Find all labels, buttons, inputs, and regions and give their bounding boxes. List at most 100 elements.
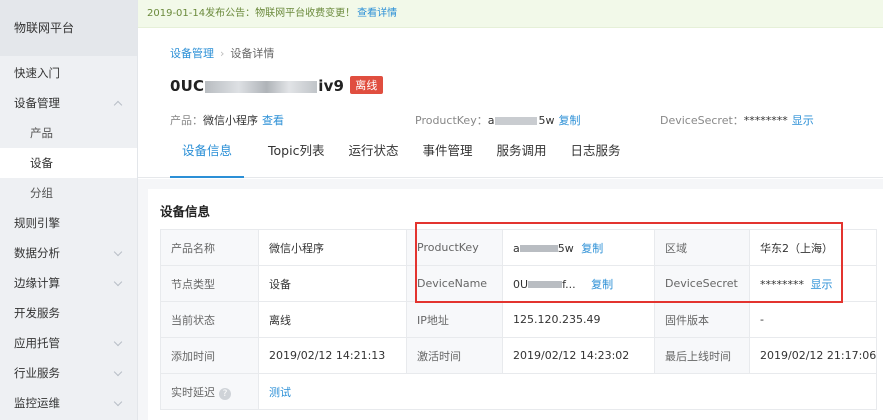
chevron-down-icon xyxy=(115,388,123,418)
show-secret-button[interactable]: 显示 xyxy=(811,278,833,291)
devicename-suffix: f... xyxy=(562,277,576,291)
secret-value: ******** xyxy=(760,277,804,291)
sidebar-item-product[interactable]: 产品 xyxy=(0,118,137,148)
table-value: 2019/02/12 14:23:02 xyxy=(502,337,655,374)
table-value: 微信小程序 xyxy=(258,229,407,266)
chevron-down-icon xyxy=(115,328,123,358)
table-key: 最后上线时间 xyxy=(654,337,750,374)
meta-product-label: 产品： xyxy=(170,114,203,127)
productkey-prefix: a xyxy=(513,241,520,255)
redacted-mask xyxy=(495,117,538,125)
notice-details-link[interactable]: 查看详情 xyxy=(357,8,397,19)
brand-title: 物联网平台 xyxy=(0,0,137,56)
devicename-prefix: 0U xyxy=(513,277,529,291)
sidebar-item-label: 数据分析 xyxy=(14,246,60,260)
table-key: DeviceSecret xyxy=(654,265,750,302)
meta-secret-label: DeviceSecret： xyxy=(660,114,744,127)
table-key: DeviceName xyxy=(406,265,503,302)
breadcrumb-device-management[interactable]: 设备管理 xyxy=(170,47,214,60)
redacted-mask xyxy=(528,281,563,288)
copy-devicename-button[interactable]: 复制 xyxy=(591,278,613,291)
device-header: 设备管理 › 设备详情 0UC iv9 离线 产品：微信小程序 查看 ProductKey… xyxy=(138,28,883,178)
page-title: 0UC iv9 离线 xyxy=(170,76,383,95)
table-value: 设备 xyxy=(258,265,407,302)
notice-text: 2019-01-14发布公告：物联网平台收费变更！ xyxy=(147,8,356,19)
sidebar-item-label: 监控运维 xyxy=(14,396,60,410)
test-latency-link[interactable]: 测试 xyxy=(269,386,291,399)
sidebar-item-label: 行业服务 xyxy=(14,366,60,380)
meta-productkey-suffix: 5w xyxy=(538,114,555,127)
table-value: 测试 xyxy=(258,373,407,410)
table-value: a 5w 复制 xyxy=(502,229,655,266)
table-value: 0U f... 复制 xyxy=(502,265,655,302)
table-key: 节点类型 xyxy=(160,265,259,302)
table-key: ProductKey xyxy=(406,229,503,266)
table-row: 节点类型 设备 DeviceName 0U f... 复制 DeviceSecre… xyxy=(160,265,878,302)
chevron-down-icon xyxy=(115,238,123,268)
sidebar-item-data-analysis[interactable]: 数据分析 xyxy=(0,238,137,268)
sidebar-item-edge-computing[interactable]: 边缘计算 xyxy=(0,268,137,298)
meta-productkey-prefix: a xyxy=(487,114,495,127)
sidebar-item-label: 应用托管 xyxy=(14,336,60,350)
table-key: 实时延迟? xyxy=(160,373,259,410)
table-row: 产品名称 微信小程序 ProductKey a 5w 复制 区域 华东2（上海） xyxy=(160,229,878,266)
sidebar-item-label: 设备管理 xyxy=(14,96,60,110)
breadcrumb: 设备管理 › 设备详情 xyxy=(170,45,274,61)
meta-productkey-label: ProductKey： xyxy=(415,114,488,127)
tab-device-info[interactable]: 设备信息 xyxy=(169,138,245,178)
sidebar-item-monitoring[interactable]: 监控运维 xyxy=(0,388,137,418)
meta-secret-value: ******** xyxy=(743,114,788,127)
sidebar-item-label: 边缘计算 xyxy=(14,276,60,290)
sidebar-item-rule-engine[interactable]: 规则引擎 xyxy=(0,208,137,238)
show-secret-link[interactable]: 显示 xyxy=(792,114,814,127)
table-key: 产品名称 xyxy=(160,229,259,266)
sidebar-item-app-hosting[interactable]: 应用托管 xyxy=(0,328,137,358)
table-value: 2019/02/12 14:21:13 xyxy=(258,337,407,374)
device-name-prefix: 0UC xyxy=(170,77,205,95)
tab-service-call[interactable]: 服务调用 xyxy=(497,138,547,178)
table-key: 固件版本 xyxy=(654,301,750,338)
table-empty xyxy=(406,373,503,410)
tab-log-service[interactable]: 日志服务 xyxy=(571,138,621,178)
meta-product-value: 微信小程序 xyxy=(203,114,258,127)
tab-event-management[interactable]: 事件管理 xyxy=(422,138,472,178)
table-value: 华东2（上海） xyxy=(748,229,878,266)
meta-devicesecret: DeviceSecret：******** 显示 xyxy=(660,112,814,128)
meta-product: 产品：微信小程序 查看 xyxy=(170,112,284,128)
table-value: 离线 xyxy=(258,301,407,338)
meta-productkey: ProductKey：a 5w 复制 xyxy=(415,112,580,128)
breadcrumb-separator: › xyxy=(220,47,225,60)
device-info-table: 产品名称 微信小程序 ProductKey a 5w 复制 区域 华东2（上海） … xyxy=(160,229,878,410)
redacted-mask xyxy=(205,80,318,93)
sidebar-item-industry-service[interactable]: 行业服务 xyxy=(0,358,137,388)
chevron-up-icon xyxy=(115,88,123,118)
notice-bar: 2019-01-14发布公告：物联网平台收费变更！ 查看详情 xyxy=(138,0,883,28)
table-key: IP地址 xyxy=(406,301,503,338)
table-empty xyxy=(502,373,655,410)
sidebar-item-device[interactable]: 设备 xyxy=(0,148,137,178)
copy-productkey-link[interactable]: 复制 xyxy=(558,114,580,127)
help-icon[interactable]: ? xyxy=(219,387,231,400)
table-value: - xyxy=(748,301,878,338)
view-product-link[interactable]: 查看 xyxy=(262,114,284,127)
table-key: 区域 xyxy=(654,229,750,266)
redacted-mask xyxy=(519,245,558,252)
device-name-suffix: iv9 xyxy=(318,77,345,95)
table-key: 当前状态 xyxy=(160,301,259,338)
tab-run-status[interactable]: 运行状态 xyxy=(348,138,398,178)
sidebar-item-dev-service[interactable]: 开发服务 xyxy=(0,298,137,328)
table-value: 2019/02/12 21:17:06 xyxy=(748,337,878,374)
tab-bar: 设备信息 Topic列表 运行状态 事件管理 服务调用 日志服务 xyxy=(169,138,645,178)
tab-topic-list[interactable]: Topic列表 xyxy=(268,138,324,178)
sidebar-item-quickstart[interactable]: 快速入门 xyxy=(0,58,137,88)
chevron-down-icon xyxy=(115,268,123,298)
productkey-suffix: 5w xyxy=(557,241,574,255)
status-badge: 离线 xyxy=(350,76,383,94)
sidebar-item-device-management[interactable]: 设备管理 xyxy=(0,88,137,118)
copy-productkey-button[interactable]: 复制 xyxy=(581,242,603,255)
table-value: ******** 显示 xyxy=(748,265,878,302)
table-row: 当前状态 离线 IP地址 125.120.235.49 固件版本 - xyxy=(160,301,878,338)
table-key: 添加时间 xyxy=(160,337,259,374)
latency-label: 实时延迟 xyxy=(171,385,215,399)
sidebar-item-group[interactable]: 分组 xyxy=(0,178,137,208)
